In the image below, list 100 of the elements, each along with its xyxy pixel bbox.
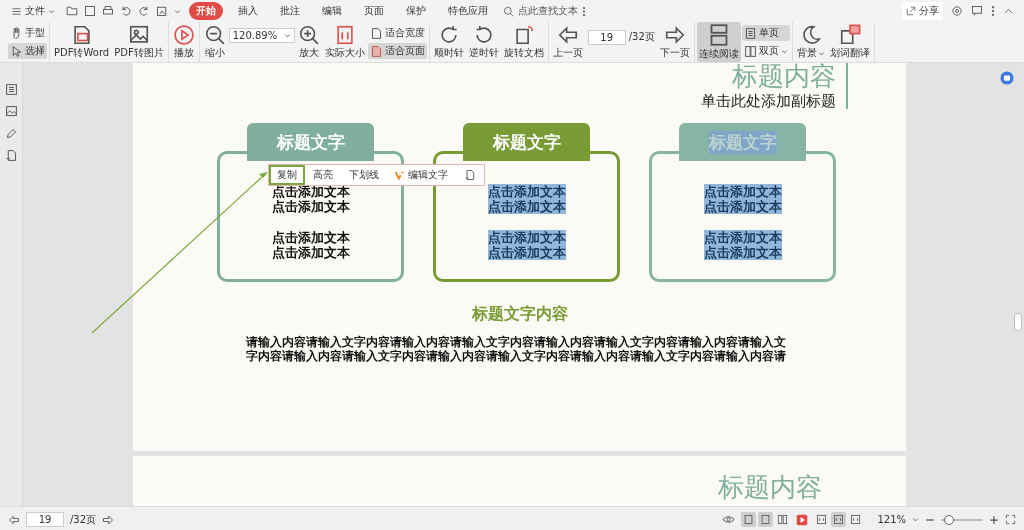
file-menu[interactable]: 文件	[8, 3, 58, 19]
search-icon	[503, 5, 514, 17]
share-icon	[906, 6, 916, 16]
image-icon	[4, 105, 18, 118]
comment-icon	[971, 5, 983, 17]
ribbon-tab[interactable]: 特色应用	[441, 2, 495, 20]
context-menu-item[interactable]: 复制	[269, 165, 305, 185]
caret-icon	[912, 516, 919, 523]
undo-icon	[120, 5, 132, 17]
translate-icon	[838, 24, 861, 46]
card-text: 点击添加文本	[487, 245, 566, 261]
image-icon	[127, 24, 150, 46]
page-number-field[interactable]: 19	[587, 30, 626, 45]
toolbar-button[interactable]: 逆时针	[466, 22, 501, 62]
card-text: 点击添加文本	[271, 245, 350, 261]
print-icon	[102, 5, 114, 17]
outline-icon	[4, 83, 18, 96]
document-icon	[4, 149, 18, 162]
double-page-icon	[743, 44, 757, 58]
right-arrow-icon	[102, 513, 115, 526]
toolbar-button[interactable]: 双页	[741, 43, 790, 59]
toolbar-button[interactable]: 连续阅读	[696, 22, 741, 62]
export-icon	[156, 5, 168, 17]
view-mode-button[interactable]	[758, 512, 774, 527]
play-icon	[172, 24, 195, 46]
left-arrow-icon	[556, 24, 579, 46]
caret-icon	[283, 32, 291, 39]
more-icon	[991, 5, 995, 17]
settings-icon	[951, 5, 963, 17]
toolbar-button[interactable]: 选择	[8, 43, 47, 59]
toolbar-button[interactable]: 播放	[170, 22, 197, 62]
page-number-field[interactable]: 19	[26, 512, 64, 527]
zoom-in-icon	[297, 24, 320, 46]
document-icon	[464, 169, 476, 181]
ribbon-tab[interactable]: 插入	[231, 2, 265, 20]
toolbar-button[interactable]: 缩小	[201, 22, 228, 62]
toolbar-button[interactable]: PDF转图片	[112, 22, 166, 62]
single-page-icon	[743, 26, 757, 40]
context-menu-item[interactable]: 高亮	[305, 165, 341, 185]
card-text: 点击添加文本	[271, 199, 350, 215]
folder-icon	[66, 5, 78, 17]
card-text: 点击添加文本	[703, 230, 782, 246]
slide-subtitle: 单击此处添加副标题	[701, 92, 836, 112]
toolbar-button[interactable]: 背景	[794, 22, 827, 62]
slider-thumb[interactable]	[944, 514, 955, 525]
card-text: 点击添加文本	[703, 199, 782, 215]
slide-title: 标题内容	[718, 471, 822, 504]
toolbar-button[interactable]: 放大	[295, 22, 322, 62]
toolbar-button[interactable]: 下一页	[657, 22, 692, 62]
toolbar-button[interactable]: 适合页面	[367, 43, 427, 59]
toolbar-button[interactable]: 适合宽度	[367, 25, 427, 41]
toolbar-button[interactable]: 实际大小	[322, 22, 367, 62]
card-title: 标题文字	[708, 130, 777, 154]
pointer-icon	[10, 44, 23, 58]
card-text: 点击添加文本	[487, 199, 566, 215]
ribbon-tab[interactable]: 页面	[357, 2, 391, 20]
plus-icon	[989, 514, 999, 525]
card-text: 点击添加文本	[487, 184, 566, 200]
card-text: 点击添加文本	[271, 184, 350, 200]
caret-icon	[174, 7, 181, 15]
assistant-icon[interactable]	[1000, 71, 1014, 85]
card-text: 点击添加文本	[703, 245, 782, 261]
section-heading: 标题文字内容	[471, 304, 568, 324]
toolbar-button[interactable]: 旋转文档	[501, 22, 546, 62]
body-paragraph: 请输入内容请输入文字内容请输入内容请输入文字内容请输入内容请输入文字内容请输入内容请输入文字内容请输入内容请输入文字内容请输入内容请输入文字内容请输入内容请输入文字内容请输入内容请	[246, 335, 787, 364]
toolbar-button[interactable]: 顺时针	[431, 22, 466, 62]
toolbar-button[interactable]: PDF转Word	[52, 22, 112, 62]
scrollbar-thumb[interactable]	[1014, 313, 1022, 331]
menu-icon	[11, 5, 22, 17]
zoom-level[interactable]: 121%	[877, 514, 906, 525]
ribbon-tab[interactable]: 开始	[189, 2, 223, 20]
pen-icon	[4, 127, 18, 140]
pen-logo-icon	[395, 170, 405, 180]
redo-icon	[138, 5, 150, 17]
double-page-icon	[777, 514, 789, 525]
left-arrow-icon	[8, 513, 20, 526]
search-field[interactable]: 点此查找文本	[518, 4, 578, 18]
toolbar-button[interactable]: 单页	[741, 25, 790, 41]
ribbon-tab[interactable]: 保护	[399, 2, 433, 20]
page-total: /32页	[70, 512, 97, 527]
fullscreen-icon	[1005, 514, 1016, 525]
zoom-dropdown[interactable]: 120.89%	[228, 28, 295, 43]
page-total: /32页	[628, 30, 655, 44]
toolbar-button[interactable]: 上一页	[550, 22, 585, 62]
play-icon[interactable]	[796, 513, 809, 526]
toolbar-button[interactable]: 手型	[8, 25, 47, 41]
right-arrow-icon	[663, 24, 686, 46]
single-page-icon	[760, 514, 772, 525]
card-text: 点击添加文本	[271, 230, 350, 246]
zoom-out-icon	[203, 24, 226, 46]
context-menu-item[interactable]: 下划线	[341, 165, 387, 185]
ribbon-tab[interactable]: 批注	[273, 2, 307, 20]
card-title: 标题文字	[492, 130, 561, 154]
ribbon-tab[interactable]: 编辑	[315, 2, 349, 20]
more-icon	[582, 5, 586, 17]
context-menu-item[interactable]: 编辑文字	[387, 165, 456, 185]
share-button[interactable]: 分享	[902, 2, 943, 20]
caret-icon	[48, 7, 55, 15]
card-title: 标题文字	[276, 130, 345, 154]
toolbar-button[interactable]: 划词翻译	[827, 22, 872, 62]
